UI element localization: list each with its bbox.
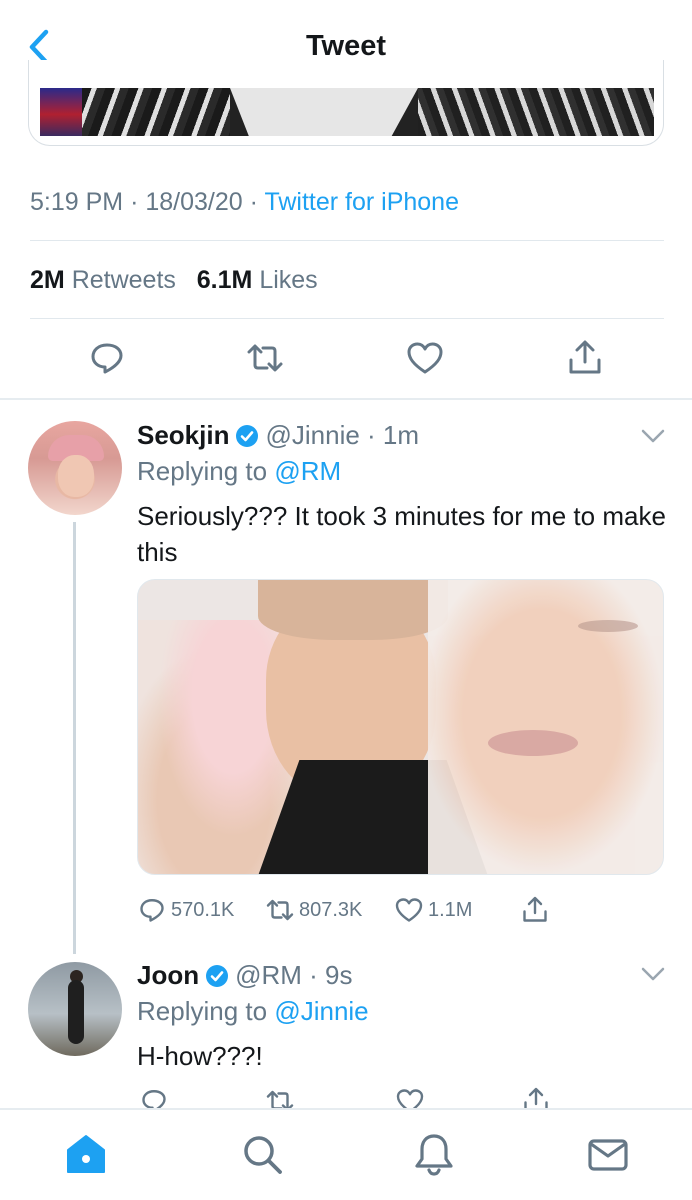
chevron-down-icon[interactable] (640, 966, 666, 982)
home-icon[interactable] (64, 1132, 108, 1176)
chevron-down-icon[interactable] (640, 428, 666, 444)
heart-icon (395, 898, 423, 922)
reply-icon[interactable] (87, 338, 127, 378)
retweet-count: 807.3K (299, 898, 363, 921)
focused-tweet-actions (0, 338, 692, 378)
like-count: 1.1M (428, 898, 473, 921)
reply-icon[interactable] (139, 1086, 169, 1108)
retweet-icon[interactable] (265, 1086, 295, 1108)
likes-label: Likes (259, 266, 318, 294)
reply-time: 9s (325, 960, 353, 990)
retweets-label: Retweets (71, 266, 176, 294)
reply-time: 1m (382, 420, 420, 450)
share-icon (523, 896, 547, 922)
replying-to-handle[interactable]: @Jinnie (274, 996, 368, 1026)
search-icon[interactable] (240, 1132, 284, 1176)
share-icon[interactable] (521, 1086, 551, 1108)
thread-connector-line (73, 522, 76, 954)
verified-badge-icon (206, 964, 229, 987)
retweet-icon[interactable] (245, 338, 285, 378)
like-button[interactable]: 1.1M (394, 893, 472, 927)
divider (30, 240, 664, 241)
reply-text: Seriously??? It took 3 minutes for me to… (137, 501, 666, 567)
reply-count: 570.1K (171, 898, 235, 921)
tweet-timestamp: 5:19 PM · 18/03/20 · Twitter for iPhone (30, 188, 459, 216)
replying-to-label: Replying to (137, 456, 268, 486)
tweet-stats: 2M Retweets 6.1M Likes (30, 266, 318, 295)
likes-stat[interactable]: 6.1M Likes (197, 266, 318, 294)
bell-icon[interactable] (412, 1132, 456, 1176)
reply-photo[interactable] (137, 579, 664, 875)
tweet-time: 5:19 PM (30, 188, 124, 216)
replying-to: Replying to @Jinnie (137, 996, 369, 1027)
replying-to-label: Replying to (137, 996, 268, 1026)
replying-to-handle[interactable]: @RM (274, 456, 341, 486)
heart-icon[interactable] (395, 1086, 425, 1108)
reply-button[interactable]: 570.1K (137, 893, 234, 927)
heart-icon[interactable] (405, 338, 445, 378)
avatar[interactable] (28, 962, 122, 1056)
page-title: Tweet (305, 30, 387, 62)
reply-actions (137, 1086, 667, 1108)
tweet-date: 18/03/20 (145, 188, 243, 216)
share-icon[interactable] (565, 338, 605, 378)
reply-text: H-how???! (137, 1041, 263, 1071)
divider (0, 398, 692, 400)
share-button[interactable] (520, 893, 550, 927)
bottom-tab-bar (0, 1108, 692, 1200)
author-handle[interactable]: @Jinnie (265, 420, 359, 451)
reply-icon (140, 899, 164, 922)
focused-tweet-media[interactable] (28, 60, 664, 146)
avatar[interactable] (28, 421, 122, 515)
reply-actions: 570.1K 807.3K 1.1M (137, 893, 667, 927)
reply-author-row: Seokjin @Jinnie · 1m (137, 420, 420, 451)
author-handle[interactable]: @RM (235, 960, 302, 991)
tweet-photo[interactable] (40, 88, 654, 136)
retweets-stat[interactable]: 2M Retweets (30, 266, 176, 294)
author-name[interactable]: Joon (137, 960, 199, 991)
divider (30, 318, 664, 319)
retweets-count: 2M (30, 266, 65, 294)
tweet-source-link[interactable]: Twitter for iPhone (264, 188, 459, 216)
verified-badge-icon (236, 424, 259, 447)
reply-author-row: Joon @RM · 9s (137, 960, 353, 991)
retweet-icon (266, 899, 294, 921)
replying-to: Replying to @RM (137, 456, 341, 487)
retweet-button[interactable]: 807.3K (265, 893, 362, 927)
author-name[interactable]: Seokjin (137, 420, 229, 451)
likes-count: 6.1M (196, 266, 253, 294)
mail-icon[interactable] (586, 1132, 630, 1176)
